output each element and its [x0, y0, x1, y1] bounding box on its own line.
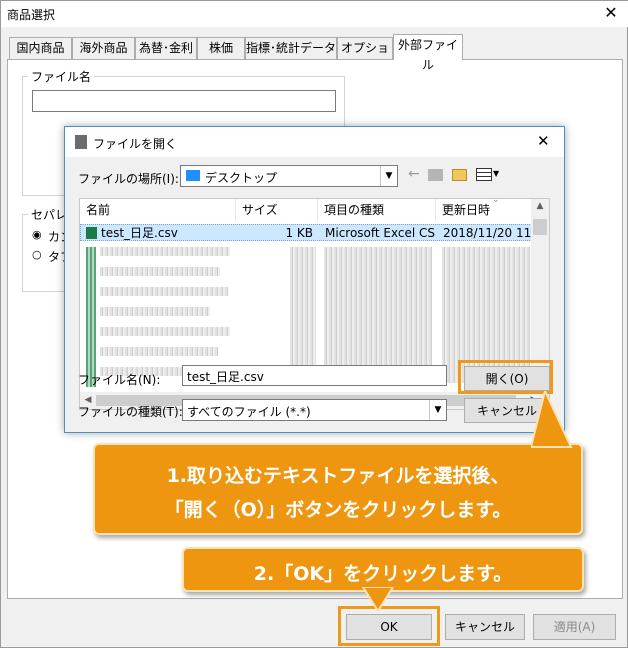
tab-fx-rates[interactable]: 為替･金利	[135, 37, 197, 59]
table-row[interactable]: test_日足.csv 1 KB Microsoft Excel CS... 2…	[80, 224, 533, 241]
new-folder-icon[interactable]	[452, 169, 467, 181]
view-menu-chevron-icon[interactable]: ▼	[493, 169, 499, 178]
obscured-text	[100, 247, 230, 256]
desktop-icon	[186, 170, 200, 181]
filename-input[interactable]: test_日足.csv	[182, 365, 447, 386]
column-name[interactable]: 名前	[80, 199, 236, 221]
filename-label: ファイル名(N):	[78, 373, 161, 387]
filetype-label: ファイルの種類(T):	[78, 405, 183, 419]
column-size[interactable]: サイズ	[236, 199, 318, 221]
obscured-text	[100, 327, 230, 336]
obscured-text	[100, 307, 210, 316]
dialog-close-icon[interactable]: ✕	[537, 132, 550, 150]
callout-step-2-text: 2.「OK」をクリックします。	[253, 563, 513, 585]
apply-button[interactable]: 適用(A)	[533, 614, 616, 640]
obscured-text	[290, 247, 316, 383]
callout-1-pointer	[531, 391, 573, 448]
callout-step-2: 2.「OK」をクリックします。	[182, 547, 584, 592]
callout-step-1-line-1: 1.取り込むテキストファイルを選択後、	[166, 465, 510, 487]
radio-tab-icon[interactable]: ○	[32, 248, 42, 261]
open-button-highlight	[458, 360, 553, 394]
view-menu-icon[interactable]	[476, 168, 492, 181]
window-title-bar: 商品選択 ✕	[1, 1, 628, 27]
tab-domestic[interactable]: 国内商品	[9, 37, 72, 59]
excel-file-icon	[86, 227, 97, 239]
tab-options[interactable]: オプション	[337, 37, 393, 75]
filetype-chevron-down-icon[interactable]: ▼	[429, 400, 446, 420]
file-size-cell: 1 KB	[285, 226, 313, 240]
tab-external-file[interactable]: 外部ファイル	[393, 34, 463, 72]
product-select-window: 商品選択 ✕ 国内商品 海外商品 為替･金利 株価 指標･統計データ オプション…	[0, 0, 628, 648]
filetype-value: すべてのファイル (*.*)	[187, 405, 311, 419]
up-folder-icon[interactable]	[428, 169, 443, 181]
obscured-text	[324, 247, 432, 383]
window-close-icon[interactable]: ✕	[599, 3, 623, 23]
dialog-app-icon	[75, 135, 87, 149]
obscured-text	[100, 267, 220, 276]
tab-overseas[interactable]: 海外商品	[72, 37, 135, 59]
callout-step-1-line-2: 「開く（O）」ボタンをクリックします。	[164, 499, 512, 521]
window-title: 商品選択	[7, 8, 56, 22]
callout-step-1: 1.取り込むテキストファイルを選択後、 「開く（O）」ボタンをクリックします。	[93, 443, 583, 535]
dialog-title-bar: ファイルを開く ✕	[65, 127, 564, 157]
obscured-icons	[86, 247, 96, 387]
file-name-group-label: ファイル名	[28, 68, 95, 85]
file-type-cell: Microsoft Excel CS...	[325, 226, 435, 240]
location-value: デスクトップ	[205, 171, 278, 185]
filename-value: test_日足.csv	[187, 370, 264, 384]
vertical-scroll-thumb[interactable]	[533, 219, 547, 235]
file-date-cell: 2018/11/20 11:22	[443, 226, 533, 240]
file-name-field[interactable]	[32, 90, 336, 112]
back-arrow-icon[interactable]: ←	[408, 166, 420, 182]
filetype-combo[interactable]: すべてのファイル (*.*) ▼	[182, 399, 447, 421]
location-combo[interactable]: デスクトップ ▼	[180, 165, 398, 187]
column-date[interactable]: 更新日時	[436, 199, 532, 221]
radio-comma-selected-icon[interactable]: ◉	[32, 228, 42, 241]
column-type[interactable]: 項目の種類	[318, 199, 436, 221]
scroll-up-icon[interactable]: ▲	[531, 201, 549, 211]
dialog-title: ファイルを開く	[93, 137, 178, 151]
tab-stocks[interactable]: 株価	[197, 37, 245, 59]
tab-indicators[interactable]: 指標･統計データ	[245, 37, 337, 59]
chevron-down-icon[interactable]: ▼	[380, 166, 397, 186]
location-label: ファイルの場所(I):	[78, 172, 179, 186]
sort-chevron-icon: ⌄	[492, 198, 500, 205]
callout-2-pointer	[361, 587, 395, 613]
file-name-cell: test_日足.csv	[101, 226, 178, 240]
obscured-text	[100, 287, 228, 296]
obscured-text	[100, 347, 218, 356]
cancel-button[interactable]: キャンセル	[445, 614, 525, 640]
